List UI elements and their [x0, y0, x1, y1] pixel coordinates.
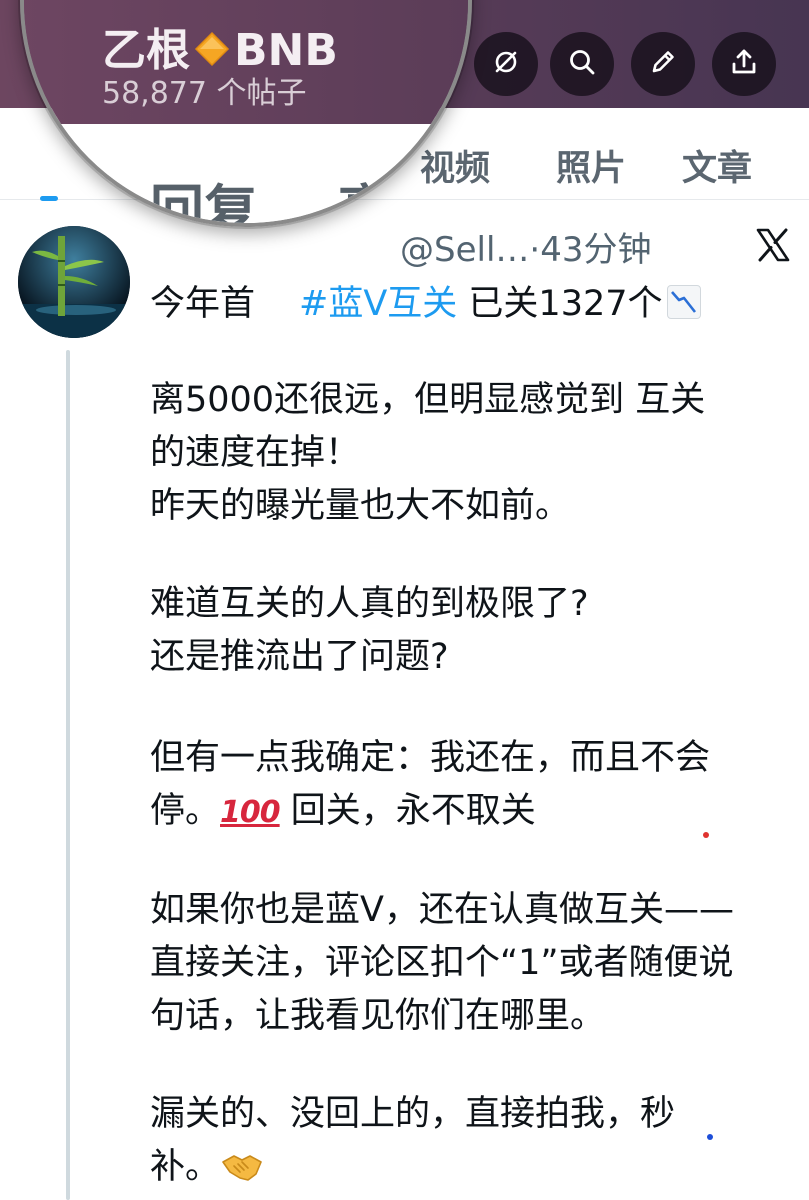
post-line: 漏关的、没回上的，直接拍我，秒	[150, 1094, 676, 1134]
tab-articles[interactable]: 文章	[682, 140, 752, 191]
post-meta: @Sell…·43分钟	[400, 230, 652, 270]
share-icon	[728, 46, 760, 82]
tab-replies[interactable]: 回复	[150, 166, 258, 223]
post-line: 昨天的曝光量也大不如前。	[150, 486, 571, 526]
search-icon	[566, 46, 598, 82]
post-line: 的速度在掉！	[150, 433, 361, 473]
search-button[interactable]	[550, 32, 614, 96]
post-paragraph: 但有一点我确定：我还在，而且不会 停。100 回关，永不取关	[150, 732, 800, 839]
post-paragraph: 离5000还很远，但明显感觉到 互关 的速度在掉！ 昨天的曝光量也大不如前。	[150, 374, 800, 533]
x-logo-button[interactable]	[748, 222, 798, 272]
edit-button[interactable]	[631, 32, 695, 96]
post-paragraph: 如果你也是蓝V，还在认真做互关—— 直接关注，评论区扣个“1”或者随便说 句话，…	[150, 884, 800, 1043]
tab-posts-partial[interactable]: 子	[24, 166, 64, 223]
x-logo-icon	[755, 227, 791, 267]
magnifier-content: 乙根BNB 58,877 个帖子 回复 亮点 子	[24, 0, 468, 223]
chart-decreasing-icon	[666, 285, 701, 319]
post-paragraph: 漏关的、没回上的，直接拍我，秒 补。	[150, 1088, 800, 1194]
hide-button[interactable]	[474, 32, 538, 96]
post-line: 但有一点我确定：我还在，而且不会	[150, 738, 711, 778]
post-line: 如果你也是蓝V，还在认真做互关——	[150, 890, 734, 930]
post-count: 58,877 个帖子	[102, 76, 307, 111]
follow-count-text: 已关1327个	[457, 284, 663, 324]
hide-icon	[490, 46, 522, 82]
edit-icon	[647, 46, 679, 82]
tab-photos[interactable]: 照片	[556, 140, 626, 191]
bamboo-avatar-image	[18, 226, 130, 338]
hundred-points-icon: 100	[220, 795, 281, 830]
red-dot	[703, 832, 709, 838]
magnifier-loupe: 乙根BNB 58,877 个帖子 回复 亮点 子	[20, 0, 472, 227]
thread-line	[66, 350, 70, 1200]
bnb-diamond-icon	[194, 27, 230, 67]
post-line: 直接关注，评论区扣个“1”或者随便说	[150, 943, 734, 983]
hashtag-link[interactable]: #蓝V互关	[299, 284, 457, 324]
post-line: 补。	[150, 1141, 800, 1194]
share-button[interactable]	[712, 32, 776, 96]
blue-dot	[707, 1134, 713, 1140]
post-prefix: 今年首	[150, 284, 256, 324]
post-first-line: 今年首 #蓝V互关 已关1327个	[150, 275, 701, 326]
post-line: 难道互关的人真的到极限了?	[150, 584, 589, 624]
tab-highlights[interactable]: 亮点	[338, 166, 446, 223]
post-text-fragment: 停。	[150, 791, 221, 831]
post-line: 离5000还很远，但明显感觉到 互关	[150, 380, 706, 420]
avatar[interactable]	[18, 226, 130, 338]
profile-page: 视频 照片 文章 @Sell…·43分钟	[0, 0, 809, 1200]
post-text-fragment: 回关，永不取关	[279, 791, 536, 831]
post-line: 停。100 回关，永不取关	[150, 785, 800, 839]
post-paragraph: 难道互关的人真的到极限了? 还是推流出了问题?	[150, 578, 800, 684]
handshake-icon	[220, 1147, 264, 1181]
post-line: 句话，让我看见你们在哪里。	[150, 996, 606, 1036]
post-text-fragment: 补。	[150, 1147, 221, 1187]
post-line: 还是推流出了问题?	[150, 637, 449, 677]
magnified-tab-indicator	[44, 200, 60, 206]
